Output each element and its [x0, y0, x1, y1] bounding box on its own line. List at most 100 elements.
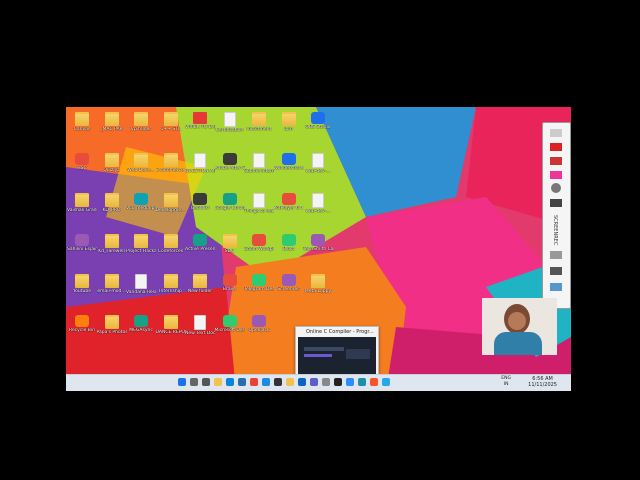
app-icon [222, 314, 237, 327]
vscode-icon[interactable] [262, 378, 270, 386]
desktop-icon[interactable]: Vandana Resume.docx [126, 274, 156, 295]
desktop-icon-label: Certification [215, 128, 244, 133]
cursor-icon[interactable] [551, 183, 561, 193]
language-indicator[interactable]: ENG IN [501, 376, 511, 387]
desktop-icon[interactable]: Vaishali Grads [67, 193, 97, 213]
desktop-icon[interactable]: Openjack [244, 314, 274, 333]
desktop-icon-label: Screenrec [277, 287, 300, 292]
obs-icon[interactable] [334, 378, 342, 386]
desktop-icon[interactable]: PotPlayer 64 bit [274, 193, 304, 211]
desktop-icon[interactable]: VLC media player [126, 193, 156, 211]
clock[interactable]: 6:56 AM 11/11/2025 [528, 376, 557, 388]
desktop-icon[interactable]: web-dev-... [303, 193, 333, 214]
desktop-icon-label: Developme... [155, 208, 186, 213]
drag-handle-icon[interactable] [550, 129, 562, 137]
desktop-icon[interactable]: Brave [215, 274, 245, 292]
teams-icon[interactable] [310, 378, 318, 386]
folder-icon [163, 314, 178, 329]
edge-icon[interactable] [226, 378, 234, 386]
desktop-icon[interactable]: DANCE REPORT [156, 314, 186, 335]
screen-icon[interactable] [550, 267, 562, 275]
desktop-icon[interactable]: Screenrec [274, 274, 304, 292]
desktop-icon[interactable]: email-mod... [97, 274, 127, 294]
desktop-icon[interactable]: Zoom Workplace [244, 233, 274, 252]
camera-icon[interactable] [550, 251, 562, 259]
folder-icon [252, 112, 266, 126]
desktop-icon-label: Sahilini Esjain [67, 246, 97, 252]
desktop-icon[interactable]: Quizlyz [97, 152, 127, 173]
file-explorer-icon[interactable] [214, 378, 222, 386]
desktop-icon[interactable]: HSC [67, 152, 97, 171]
desktop-icon[interactable]: VIVIEK TO EXPORTS [185, 112, 215, 130]
folder-icon [222, 233, 237, 248]
desktop-icon[interactable]: C++ STL [156, 112, 186, 132]
desktop-icon[interactable]: Ibm [274, 112, 304, 132]
desktop-icon[interactable]: Things to learn [244, 193, 274, 214]
desktop-icon[interactable]: web-dev-... [303, 152, 333, 174]
start-icon[interactable] [178, 378, 186, 386]
chrome-icon[interactable] [250, 378, 258, 386]
desktop-icon[interactable]: TechSmith Capture [303, 233, 333, 252]
desktop-icon-label: Web Deve... [127, 167, 155, 173]
photos-icon[interactable] [358, 378, 366, 386]
highlighter-icon[interactable] [550, 157, 562, 165]
settings-icon[interactable] [322, 378, 330, 386]
desktop-icon[interactable]: Submit Internshi... [244, 152, 274, 174]
store-icon[interactable] [238, 378, 246, 386]
desktop-icon[interactable]: OBS Studio [303, 112, 333, 130]
desktop-icon[interactable]: Telegram Desktop [244, 274, 274, 292]
desktop-icon[interactable]: Recycle Bin [67, 314, 97, 333]
arrow-tool-icon[interactable] [550, 199, 562, 207]
desktop-icon[interactable]: E-commerce Hackathon [156, 152, 186, 173]
task-view-icon[interactable] [202, 378, 210, 386]
desktop-icon-label: Vaishali Grads [67, 208, 97, 213]
desktop-icon[interactable]: Canvas [67, 112, 97, 132]
desktop-icon[interactable]: Internship [156, 274, 186, 294]
desktop-icon[interactable]: _MAC PAR [97, 112, 127, 132]
desktop-icon[interactable]: Wondershare Filmora 10 [274, 152, 304, 171]
folder-icon [163, 112, 178, 126]
desktop-icon[interactable]: Vp folder [126, 112, 156, 132]
settings-icon[interactable] [550, 283, 562, 291]
desktop-icon[interactable]: Certification [215, 112, 245, 133]
desktop-icon[interactable]: Active Presenter [185, 233, 215, 252]
desktop-icon[interactable]: Project Hackathon [126, 233, 156, 254]
terminal-icon[interactable] [274, 378, 282, 386]
desktop-icon[interactable]: Microsoft Desktop [215, 314, 245, 333]
desktop-icon[interactable]: Youtube [67, 274, 97, 294]
desktop-icon[interactable]: Web Deve... [126, 152, 156, 173]
folder-icon[interactable] [286, 378, 294, 386]
pen-icon[interactable] [550, 143, 562, 151]
desktop-icon[interactable]: Papa's Photos [97, 314, 127, 335]
desktop-icon[interactable]: SDC [215, 233, 245, 254]
desktop-icon-label: Google Chrome [214, 206, 245, 211]
taskbar: ENG IN 6:56 AM 11/11/2025 [66, 374, 571, 391]
desktop-icon-label: _MAC PAR [100, 127, 123, 132]
desktop-icon[interactable]: Adobe After Effects 2020 [215, 152, 245, 171]
desktop-icon-label: email-mod... [97, 289, 126, 294]
desktop-icon[interactable]: GeoWiki [185, 193, 215, 211]
desktop-icon[interactable]: MEGAsync [126, 314, 156, 333]
mail-icon[interactable] [298, 378, 306, 386]
taskbar-window-preview[interactable]: Online C Compiler - Progr... [295, 326, 379, 378]
desktop-icon[interactable]: KD_PRO [97, 193, 127, 213]
telegram-icon[interactable] [382, 378, 390, 386]
zoom-icon[interactable] [346, 378, 354, 386]
folder-icon [134, 152, 148, 167]
desktop-icon[interactable]: Kd_Farewell [97, 233, 127, 254]
desktop-icon[interactable]: Sahilini Esjain [67, 233, 97, 252]
desktop-icon[interactable]: Codeforces [156, 233, 186, 254]
brave-icon[interactable] [370, 378, 378, 386]
desktop-icon[interactable]: Developme... [156, 193, 186, 213]
desktop-icon[interactable]: Google Chrome [215, 193, 245, 211]
desktop-icon[interactable]: Blust [274, 233, 304, 252]
desktop-icon[interactable]: QUESTION A(INTEGR... [185, 152, 215, 174]
desktop-icon[interactable]: New folder [185, 274, 215, 294]
eraser-icon[interactable] [550, 171, 562, 179]
app-icon [252, 314, 266, 327]
desktop-icon[interactable]: New Text Document [185, 314, 215, 336]
desktop-icon-label: QUESTION A(INTEGR... [185, 168, 215, 174]
desktop-icon[interactable]: Instiftment [244, 112, 274, 132]
search-icon[interactable] [190, 378, 198, 386]
desktop-icon[interactable]: Meta Lappy [303, 274, 333, 294]
